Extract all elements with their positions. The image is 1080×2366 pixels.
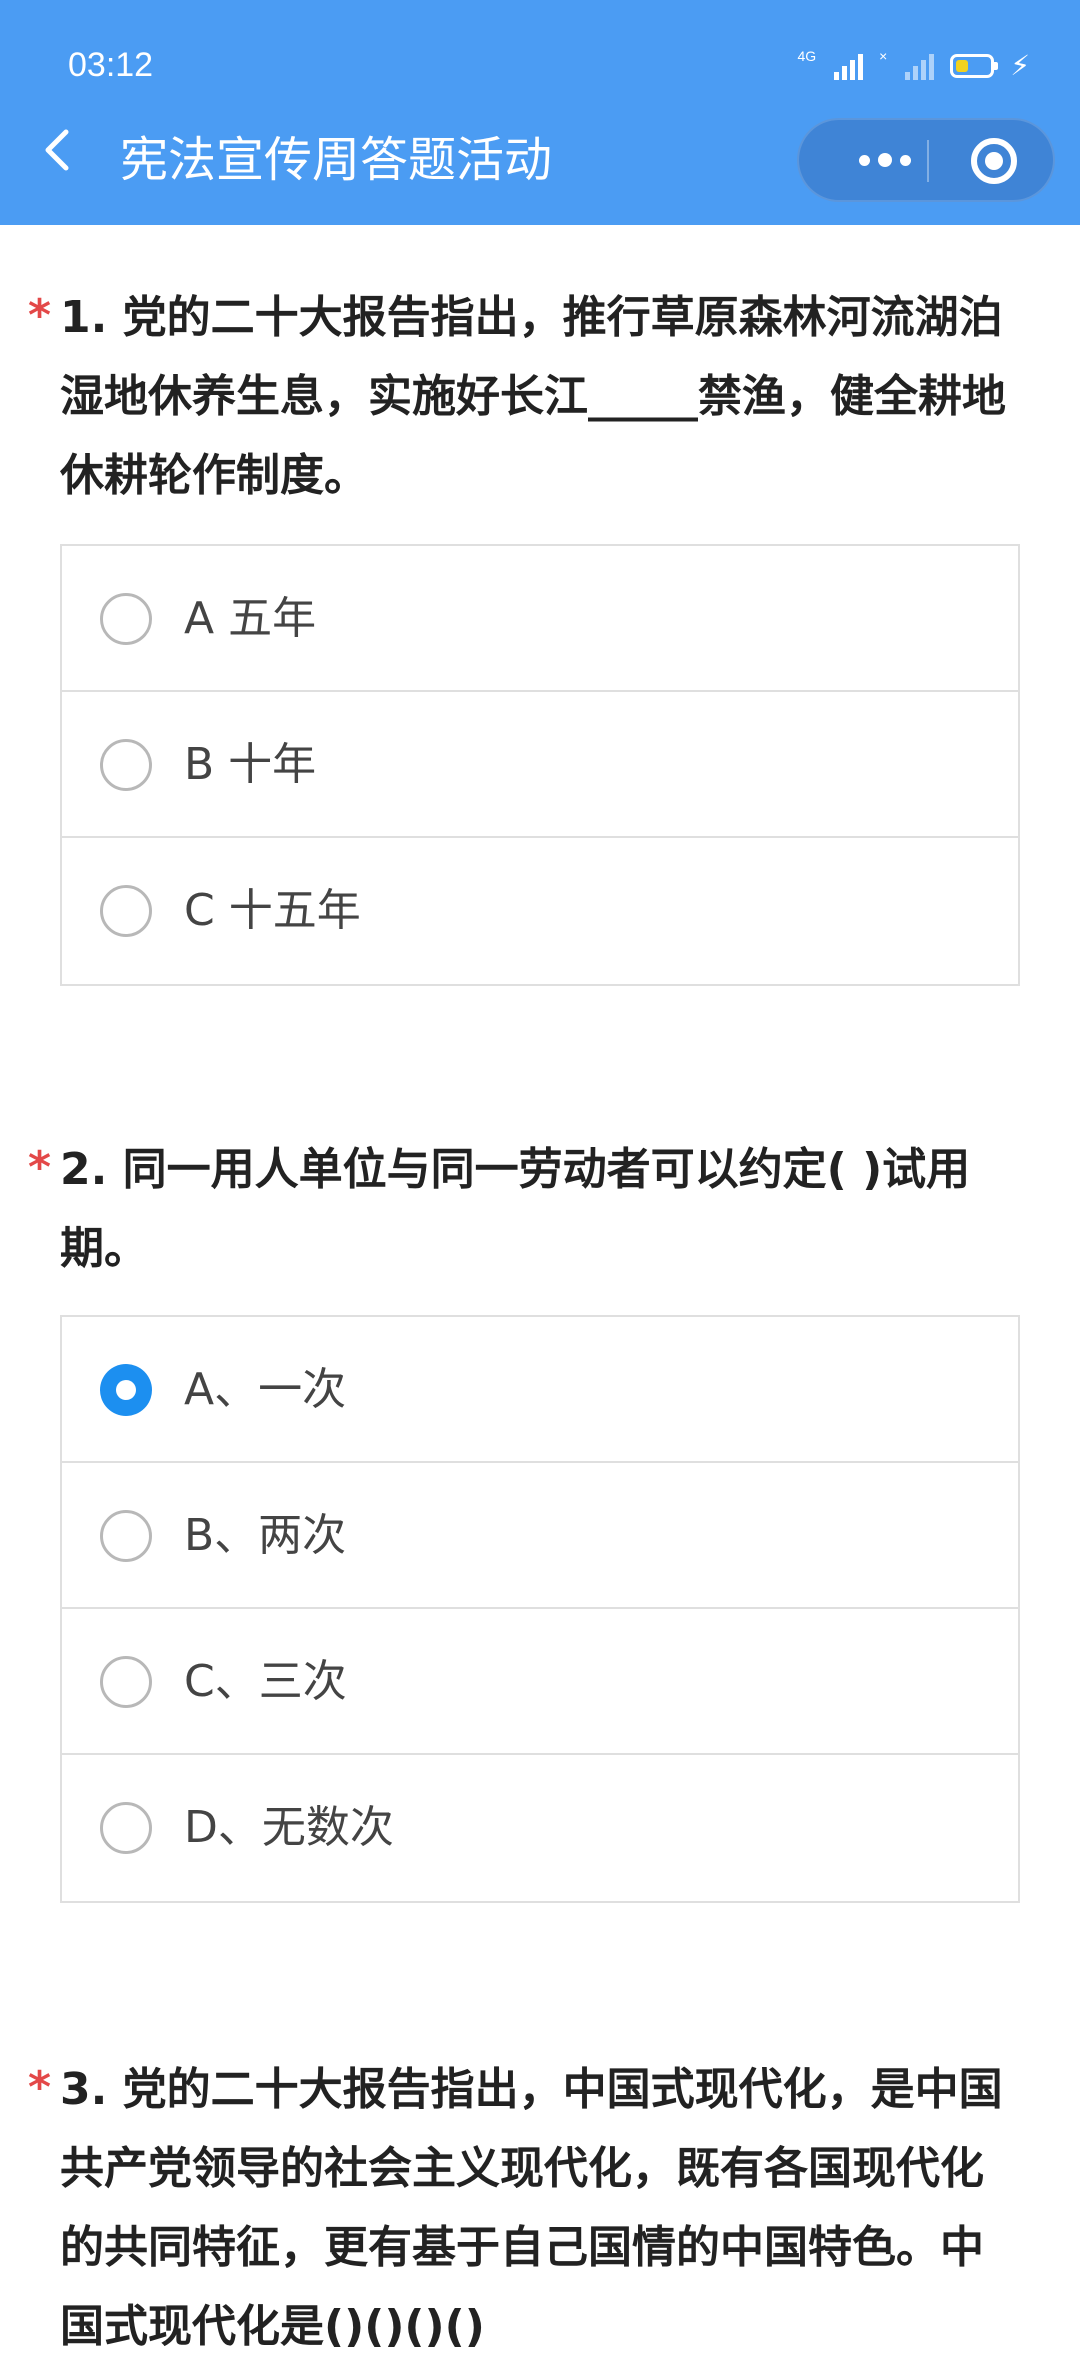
more-dots-icon — [859, 154, 870, 166]
question-text: 1. 党的二十大报告指出，推行草原森林河流湖泊湿地休养生息，实施好长江_____… — [60, 292, 1006, 501]
back-button[interactable] — [38, 128, 82, 172]
radio-icon[interactable] — [100, 885, 152, 937]
chevron-left-icon — [45, 129, 69, 171]
sim2-status-label: × — [879, 48, 888, 64]
options-list: A 五年 B 十年 C 十五年 — [60, 544, 1020, 986]
required-marker: * — [28, 2062, 52, 2113]
status-time: 03:12 — [68, 46, 154, 84]
option-label: A 五年 — [184, 593, 317, 644]
option-label: B 十年 — [184, 739, 317, 790]
option-label: B、两次 — [184, 1510, 347, 1561]
option-a[interactable]: A、一次 — [62, 1317, 1018, 1463]
more-dots-icon-right — [900, 154, 911, 166]
option-d[interactable]: D、无数次 — [62, 1755, 1018, 1901]
radio-icon[interactable] — [100, 1802, 152, 1854]
close-miniprogram-button[interactable] — [971, 138, 1017, 184]
option-label: D、无数次 — [184, 1802, 394, 1853]
miniprogram-capsule — [797, 118, 1055, 202]
required-marker: * — [28, 290, 52, 341]
option-label: C、三次 — [184, 1656, 347, 1707]
radio-icon[interactable] — [100, 593, 152, 645]
page-title: 宪法宣传周答题活动 — [120, 132, 553, 188]
options-list: A、一次 B、两次 C、三次 D、无数次 — [60, 1315, 1020, 1903]
question-text: 2. 同一用人单位与同一劳动者可以约定( )试用期。 — [60, 1144, 971, 1274]
status-icons: 4G × ⚡ — [797, 48, 1030, 84]
signal-icon — [834, 52, 864, 80]
radio-icon[interactable] — [100, 1510, 152, 1562]
option-a[interactable]: A 五年 — [62, 546, 1018, 692]
battery-icon — [950, 54, 999, 78]
option-c[interactable]: C 十五年 — [62, 838, 1018, 984]
capsule-divider — [927, 140, 929, 182]
option-c[interactable]: C、三次 — [62, 1609, 1018, 1755]
signal-icon-sim2 — [905, 52, 935, 80]
option-label: C 十五年 — [184, 885, 361, 936]
option-b[interactable]: B 十年 — [62, 692, 1018, 838]
radio-icon[interactable] — [100, 1656, 152, 1708]
network-type-label: 4G — [797, 48, 817, 64]
radio-checked-icon[interactable] — [100, 1364, 152, 1416]
required-marker: * — [28, 1142, 52, 1193]
question-text: 3. 党的二十大报告指出，中国式现代化，是中国共产党领导的社会主义现代化，既有各… — [60, 2064, 1003, 2352]
header-bar: 03:12 4G × ⚡ 宪法宣传周答题活动 — [0, 0, 1080, 225]
charging-icon: ⚡ — [1010, 49, 1030, 82]
more-button[interactable] — [835, 120, 935, 200]
option-label: A、一次 — [184, 1364, 347, 1415]
more-dots-icon-center — [878, 153, 892, 167]
radio-icon[interactable] — [100, 739, 152, 791]
option-b[interactable]: B、两次 — [62, 1463, 1018, 1609]
